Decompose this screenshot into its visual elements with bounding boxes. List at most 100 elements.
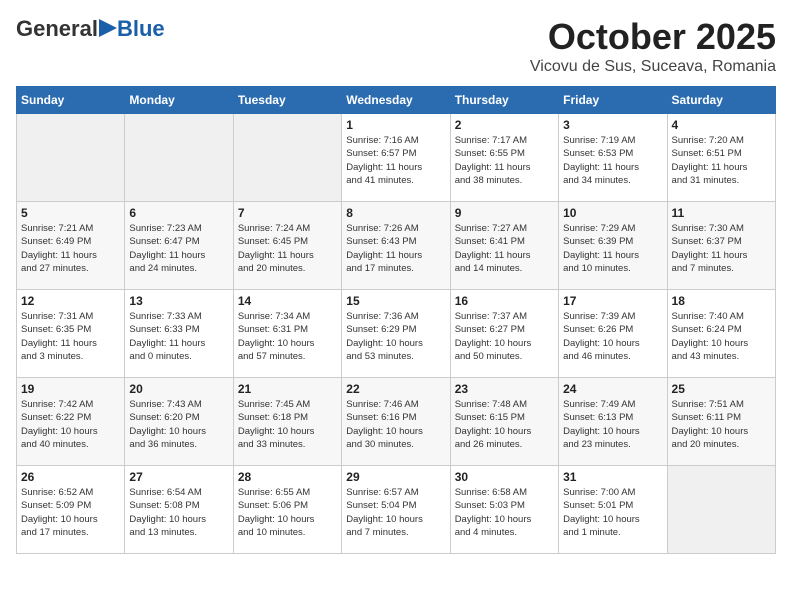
calendar-day-cell: 10 Sunrise: 7:29 AM Sunset: 6:39 PM Dayli… (559, 202, 667, 290)
day-info: Sunrise: 7:33 AM Sunset: 6:33 PM Dayligh… (129, 310, 228, 363)
day-of-week-header: Sunday (17, 87, 125, 114)
day-of-week-header: Monday (125, 87, 233, 114)
day-number: 28 (238, 470, 337, 484)
day-info: Sunrise: 7:29 AM Sunset: 6:39 PM Dayligh… (563, 222, 662, 275)
day-number: 10 (563, 206, 662, 220)
calendar-week-row: 1Sunrise: 7:16 AM Sunset: 6:57 PM Daylig… (17, 114, 776, 202)
calendar-day-cell: 9Sunrise: 7:27 AM Sunset: 6:41 PM Daylig… (450, 202, 558, 290)
day-info: Sunrise: 7:30 AM Sunset: 6:37 PM Dayligh… (672, 222, 771, 275)
day-info: Sunrise: 7:17 AM Sunset: 6:55 PM Dayligh… (455, 134, 554, 187)
day-number: 21 (238, 382, 337, 396)
calendar-week-row: 19 Sunrise: 7:42 AM Sunset: 6:22 PM Dayli… (17, 378, 776, 466)
day-info: Sunrise: 6:54 AM Sunset: 5:08 PM Dayligh… (129, 486, 228, 539)
day-number: 18 (672, 294, 771, 308)
day-of-week-header: Friday (559, 87, 667, 114)
day-info: Sunrise: 7:48 AM Sunset: 6:15 PM Dayligh… (455, 398, 554, 451)
calendar-day-cell: 12 Sunrise: 7:31 AM Sunset: 6:35 PM Dayli… (17, 290, 125, 378)
calendar-day-cell: 20 Sunrise: 7:43 AM Sunset: 6:20 PM Dayli… (125, 378, 233, 466)
calendar-day-cell: 28 Sunrise: 6:55 AM Sunset: 5:06 PM Dayli… (233, 466, 341, 554)
calendar-day-cell: 5 Sunrise: 7:21 AM Sunset: 6:49 PM Daylig… (17, 202, 125, 290)
day-number: 11 (672, 206, 771, 220)
page-header: General Blue October 2025 Vicovu de Sus,… (16, 16, 776, 76)
calendar-day-cell (125, 114, 233, 202)
day-info: Sunrise: 7:42 AM Sunset: 6:22 PM Dayligh… (21, 398, 120, 451)
day-number: 22 (346, 382, 445, 396)
day-number: 16 (455, 294, 554, 308)
day-info: Sunrise: 7:43 AM Sunset: 6:20 PM Dayligh… (129, 398, 228, 451)
day-info: Sunrise: 7:16 AM Sunset: 6:57 PM Dayligh… (346, 134, 445, 187)
day-info: Sunrise: 6:55 AM Sunset: 5:06 PM Dayligh… (238, 486, 337, 539)
calendar-week-row: 12 Sunrise: 7:31 AM Sunset: 6:35 PM Dayli… (17, 290, 776, 378)
day-info: Sunrise: 7:23 AM Sunset: 6:47 PM Dayligh… (129, 222, 228, 275)
day-number: 7 (238, 206, 337, 220)
calendar-day-cell (233, 114, 341, 202)
calendar-day-cell: 25Sunrise: 7:51 AM Sunset: 6:11 PM Dayli… (667, 378, 775, 466)
day-number: 31 (563, 470, 662, 484)
day-number: 27 (129, 470, 228, 484)
day-info: Sunrise: 6:57 AM Sunset: 5:04 PM Dayligh… (346, 486, 445, 539)
day-number: 25 (672, 382, 771, 396)
day-number: 12 (21, 294, 120, 308)
calendar-day-cell: 23 Sunrise: 7:48 AM Sunset: 6:15 PM Dayli… (450, 378, 558, 466)
calendar-day-cell: 30Sunrise: 6:58 AM Sunset: 5:03 PM Dayli… (450, 466, 558, 554)
day-info: Sunrise: 7:45 AM Sunset: 6:18 PM Dayligh… (238, 398, 337, 451)
day-of-week-header: Wednesday (342, 87, 450, 114)
calendar-day-cell: 2 Sunrise: 7:17 AM Sunset: 6:55 PM Daylig… (450, 114, 558, 202)
day-info: Sunrise: 7:37 AM Sunset: 6:27 PM Dayligh… (455, 310, 554, 363)
calendar-day-cell: 6 Sunrise: 7:23 AM Sunset: 6:47 PM Daylig… (125, 202, 233, 290)
calendar-header: SundayMondayTuesdayWednesdayThursdayFrid… (17, 87, 776, 114)
day-info: Sunrise: 7:39 AM Sunset: 6:26 PM Dayligh… (563, 310, 662, 363)
calendar-day-cell: 22 Sunrise: 7:46 AM Sunset: 6:16 PM Dayli… (342, 378, 450, 466)
day-number: 19 (21, 382, 120, 396)
calendar-day-cell: 24 Sunrise: 7:49 AM Sunset: 6:13 PM Dayli… (559, 378, 667, 466)
logo-arrow-icon (99, 17, 117, 39)
day-number: 8 (346, 206, 445, 220)
location-subtitle: Vicovu de Sus, Suceava, Romania (530, 58, 776, 76)
day-number: 29 (346, 470, 445, 484)
day-info: Sunrise: 7:24 AM Sunset: 6:45 PM Dayligh… (238, 222, 337, 275)
logo-general-text: General (16, 16, 98, 42)
day-number: 2 (455, 118, 554, 132)
day-number: 6 (129, 206, 228, 220)
day-number: 23 (455, 382, 554, 396)
day-info: Sunrise: 7:34 AM Sunset: 6:31 PM Dayligh… (238, 310, 337, 363)
day-of-week-header: Saturday (667, 87, 775, 114)
day-info: Sunrise: 7:19 AM Sunset: 6:53 PM Dayligh… (563, 134, 662, 187)
day-number: 5 (21, 206, 120, 220)
day-number: 15 (346, 294, 445, 308)
day-number: 3 (563, 118, 662, 132)
day-number: 20 (129, 382, 228, 396)
day-info: Sunrise: 7:00 AM Sunset: 5:01 PM Dayligh… (563, 486, 662, 539)
day-number: 17 (563, 294, 662, 308)
day-number: 30 (455, 470, 554, 484)
day-info: Sunrise: 7:46 AM Sunset: 6:16 PM Dayligh… (346, 398, 445, 451)
calendar-day-cell: 11 Sunrise: 7:30 AM Sunset: 6:37 PM Dayli… (667, 202, 775, 290)
calendar-day-cell: 26Sunrise: 6:52 AM Sunset: 5:09 PM Dayli… (17, 466, 125, 554)
day-info: Sunrise: 7:21 AM Sunset: 6:49 PM Dayligh… (21, 222, 120, 275)
calendar-day-cell (17, 114, 125, 202)
title-block: October 2025 Vicovu de Sus, Suceava, Rom… (530, 16, 776, 76)
month-title: October 2025 (530, 16, 776, 58)
calendar-day-cell: 21 Sunrise: 7:45 AM Sunset: 6:18 PM Dayli… (233, 378, 341, 466)
calendar-day-cell: 31 Sunrise: 7:00 AM Sunset: 5:01 PM Dayli… (559, 466, 667, 554)
calendar-day-cell: 1Sunrise: 7:16 AM Sunset: 6:57 PM Daylig… (342, 114, 450, 202)
calendar-day-cell: 14 Sunrise: 7:34 AM Sunset: 6:31 PM Dayli… (233, 290, 341, 378)
day-info: Sunrise: 7:36 AM Sunset: 6:29 PM Dayligh… (346, 310, 445, 363)
day-number: 24 (563, 382, 662, 396)
header-row: SundayMondayTuesdayWednesdayThursdayFrid… (17, 87, 776, 114)
day-number: 13 (129, 294, 228, 308)
day-info: Sunrise: 7:27 AM Sunset: 6:41 PM Dayligh… (455, 222, 554, 275)
calendar-day-cell: 17 Sunrise: 7:39 AM Sunset: 6:26 PM Dayli… (559, 290, 667, 378)
calendar-day-cell: 7 Sunrise: 7:24 AM Sunset: 6:45 PM Daylig… (233, 202, 341, 290)
calendar-day-cell: 13 Sunrise: 7:33 AM Sunset: 6:33 PM Dayli… (125, 290, 233, 378)
calendar-week-row: 5 Sunrise: 7:21 AM Sunset: 6:49 PM Daylig… (17, 202, 776, 290)
day-of-week-header: Thursday (450, 87, 558, 114)
day-info: Sunrise: 7:49 AM Sunset: 6:13 PM Dayligh… (563, 398, 662, 451)
calendar-day-cell: 16 Sunrise: 7:37 AM Sunset: 6:27 PM Dayli… (450, 290, 558, 378)
day-number: 14 (238, 294, 337, 308)
calendar-day-cell: 29 Sunrise: 6:57 AM Sunset: 5:04 PM Dayli… (342, 466, 450, 554)
day-info: Sunrise: 7:31 AM Sunset: 6:35 PM Dayligh… (21, 310, 120, 363)
calendar-day-cell: 4Sunrise: 7:20 AM Sunset: 6:51 PM Daylig… (667, 114, 775, 202)
calendar-day-cell: 18Sunrise: 7:40 AM Sunset: 6:24 PM Dayli… (667, 290, 775, 378)
day-info: Sunrise: 7:26 AM Sunset: 6:43 PM Dayligh… (346, 222, 445, 275)
